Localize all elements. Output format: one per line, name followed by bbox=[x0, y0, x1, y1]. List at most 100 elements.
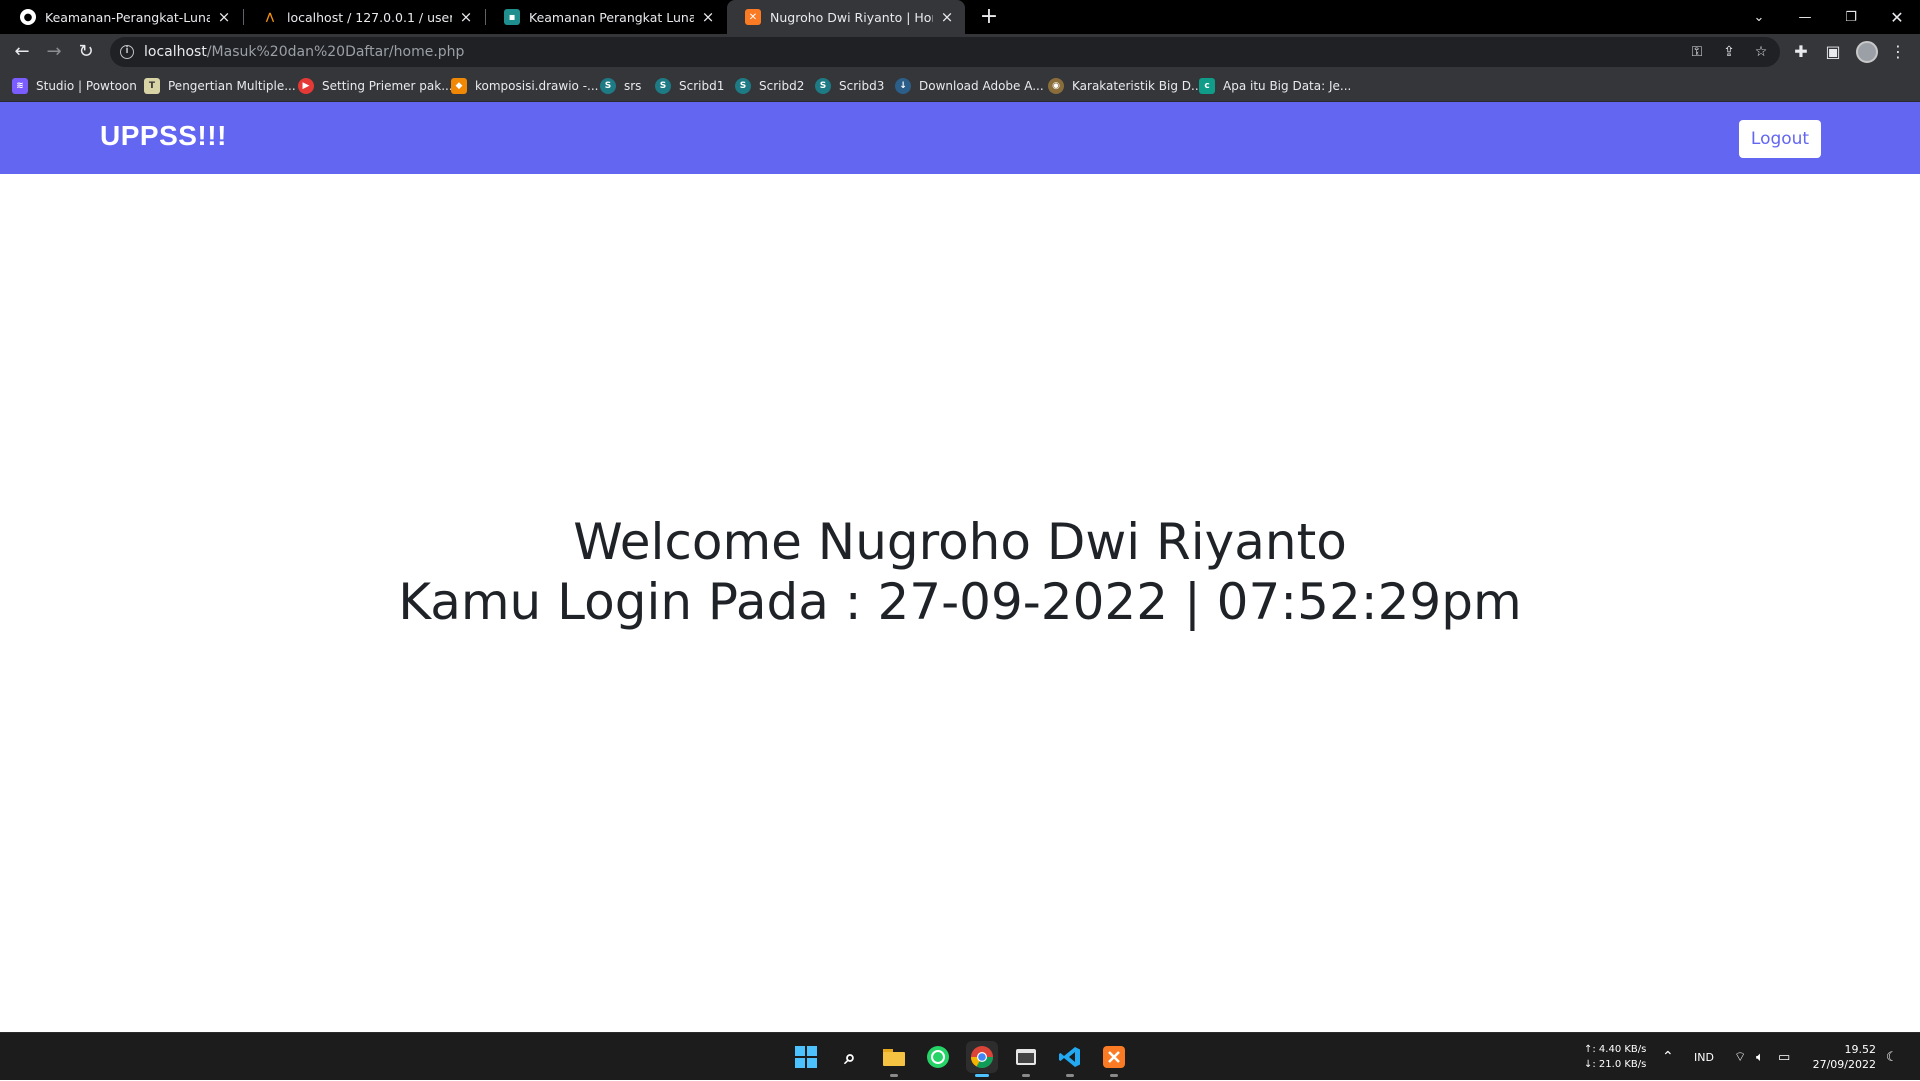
extensions-icon[interactable]: ✚ bbox=[1787, 38, 1815, 66]
tab-home[interactable]: ✕ Nugroho Dwi Riyanto | Home × bbox=[727, 0, 965, 34]
bookmark-label: Studio | Powtoon bbox=[36, 79, 137, 93]
menu-icon[interactable]: ⋮ bbox=[1884, 38, 1912, 66]
page-icon: T bbox=[144, 78, 160, 94]
profile-avatar[interactable] bbox=[1856, 41, 1878, 63]
classroom-icon: ▪ bbox=[504, 9, 520, 25]
xampp-icon: ✕ bbox=[745, 9, 761, 25]
bookmark-label: komposisi.drawio -... bbox=[475, 79, 599, 93]
whatsapp-icon[interactable] bbox=[922, 1041, 954, 1073]
file-explorer-icon[interactable] bbox=[878, 1041, 910, 1077]
site-icon: c bbox=[1199, 78, 1215, 94]
share-icon[interactable]: ⇪ bbox=[1720, 43, 1738, 61]
tab-phpmyadmin[interactable]: ⋀ localhost / 127.0.0.1 / usertable | × bbox=[244, 0, 484, 34]
tab-title: localhost / 127.0.0.1 / usertable | bbox=[287, 9, 452, 25]
search-icon[interactable]: ⌕ bbox=[834, 1041, 866, 1073]
tray-chevron-icon[interactable]: ⌃ bbox=[1662, 1033, 1674, 1081]
scribd-icon: S bbox=[735, 78, 751, 94]
running-indicator bbox=[1066, 1074, 1074, 1077]
language-indicator[interactable]: IND bbox=[1694, 1033, 1714, 1081]
bookmark-label: Karakateristik Big D... bbox=[1072, 79, 1203, 93]
bookmark-item[interactable]: S Scribd3 bbox=[815, 77, 884, 95]
welcome-heading: Welcome Nugroho Dwi Riyanto bbox=[573, 513, 1347, 571]
volume-icon[interactable]: 🔈︎ bbox=[1756, 1033, 1764, 1081]
bookmark-star-icon[interactable]: ☆ bbox=[1752, 43, 1770, 61]
address-bar[interactable]: i localhost/Masuk%20dan%20Daftar/home.ph… bbox=[110, 37, 1780, 67]
upload-speed: ↑: 4.40 KB/s bbox=[1584, 1044, 1647, 1055]
bookmark-item[interactable]: T Pengertian Multiple... bbox=[144, 77, 296, 95]
scribd-icon: S bbox=[655, 78, 671, 94]
battery-icon[interactable]: ▭ bbox=[1778, 1033, 1790, 1081]
clock-date: 27/09/2022 bbox=[1812, 1058, 1876, 1071]
download-site-icon: ↓ bbox=[895, 78, 911, 94]
running-indicator bbox=[1022, 1074, 1030, 1077]
vscode-icon[interactable] bbox=[1054, 1041, 1086, 1077]
bookmark-item[interactable]: ◆ komposisi.drawio -... bbox=[451, 77, 598, 95]
logout-button[interactable]: Logout bbox=[1739, 120, 1821, 158]
welcome-message: Welcome Nugroho Dwi Riyanto Kamu Login P… bbox=[0, 512, 1920, 632]
active-indicator bbox=[975, 1074, 989, 1077]
bookmark-label: Download Adobe A... bbox=[919, 79, 1044, 93]
bookmark-item[interactable]: Ssrs bbox=[600, 77, 641, 95]
close-icon[interactable]: × bbox=[458, 8, 474, 26]
brand-logo-text[interactable]: UPPSS!!! bbox=[100, 120, 227, 152]
github-icon: ● bbox=[20, 9, 36, 25]
eye-logo-icon: ◉ bbox=[1048, 78, 1064, 94]
login-time-text: Kamu Login Pada : 27-09-2022 | 07:52:29p… bbox=[398, 573, 1522, 631]
running-indicator bbox=[890, 1074, 898, 1077]
drawio-icon: ◆ bbox=[451, 78, 467, 94]
phpmyadmin-icon: ⋀ bbox=[265, 11, 275, 23]
notification-moon-icon[interactable]: ☾ bbox=[1886, 1033, 1898, 1081]
windows-taskbar: ⌕ ↑: 4.40 KB/s ↓: 21.0 KB/s ⌃ IND ⌔ 🔈︎ ▭… bbox=[0, 1032, 1920, 1080]
tab-strip: ● Keamanan-Perangkat-Lunak/Tug × ⋀ local… bbox=[0, 0, 1920, 34]
bookmark-item[interactable]: ▶ Setting Priemer pak... bbox=[298, 77, 453, 95]
clock-time: 19.52 bbox=[1844, 1043, 1877, 1056]
running-indicator bbox=[1110, 1074, 1118, 1077]
windows-start-icon[interactable] bbox=[790, 1041, 822, 1073]
bookmark-item[interactable]: S Scribd2 bbox=[735, 77, 804, 95]
url-host: localhost bbox=[144, 44, 207, 60]
tab-github[interactable]: ● Keamanan-Perangkat-Lunak/Tug × bbox=[2, 0, 242, 34]
network-speed: ↑: 4.40 KB/s ↓: 21.0 KB/s bbox=[1584, 1042, 1646, 1072]
info-icon[interactable]: i bbox=[120, 45, 134, 59]
minimize-button[interactable]: — bbox=[1782, 0, 1828, 34]
wifi-icon[interactable]: ⌔ bbox=[1734, 1033, 1746, 1081]
tab-search-chevron-icon[interactable]: ⌄ bbox=[1736, 0, 1782, 34]
site-navbar: UPPSS!!! Logout bbox=[0, 102, 1920, 174]
back-button[interactable]: ← bbox=[8, 38, 36, 66]
key-icon[interactable]: ⚿ bbox=[1688, 43, 1706, 61]
bookmark-item[interactable]: ≋ Studio | Powtoon bbox=[12, 77, 137, 95]
bookmark-label: Apa itu Big Data: Je... bbox=[1223, 79, 1352, 93]
xampp-icon[interactable] bbox=[1098, 1041, 1130, 1077]
tab-title: Keamanan Perangkat Lunak 2020 bbox=[529, 9, 694, 25]
web-page: UPPSS!!! Logout Welcome Nugroho Dwi Riya… bbox=[0, 102, 1920, 1032]
url-path: /Masuk%20dan%20Daftar/home.php bbox=[206, 44, 465, 60]
close-icon[interactable]: × bbox=[700, 8, 716, 26]
restore-button[interactable]: ❐ bbox=[1828, 0, 1874, 34]
bookmark-label: Scribd2 bbox=[759, 79, 805, 93]
download-speed: ↓: 21.0 KB/s bbox=[1584, 1059, 1647, 1070]
youtube-icon: ▶ bbox=[298, 78, 314, 94]
reload-button[interactable]: ↻ bbox=[72, 38, 100, 66]
bookmark-label: srs bbox=[624, 79, 642, 93]
bookmark-item[interactable]: ◉ Karakateristik Big D... bbox=[1048, 77, 1202, 95]
browser-toolbar: ← → ↻ i localhost/Masuk%20dan%20Daftar/h… bbox=[0, 34, 1920, 70]
bookmark-label: Scribd1 bbox=[679, 79, 725, 93]
bookmark-label: Setting Priemer pak... bbox=[322, 79, 453, 93]
bookmark-item[interactable]: c Apa itu Big Data: Je... bbox=[1199, 77, 1351, 95]
forward-button[interactable]: → bbox=[40, 38, 68, 66]
bookmark-item[interactable]: S Scribd1 bbox=[655, 77, 724, 95]
chrome-icon[interactable] bbox=[966, 1041, 998, 1077]
system-clock[interactable]: 19.52 27/09/2022 bbox=[1808, 1042, 1876, 1072]
new-tab-button[interactable]: + bbox=[975, 3, 1003, 31]
close-icon[interactable]: × bbox=[939, 8, 955, 26]
close-window-button[interactable]: ✕ bbox=[1874, 0, 1920, 34]
tab-title: Keamanan-Perangkat-Lunak/Tug bbox=[45, 9, 210, 25]
close-icon[interactable]: × bbox=[216, 8, 232, 26]
media-player-icon[interactable] bbox=[1010, 1041, 1042, 1077]
bookmark-label: Pengertian Multiple... bbox=[168, 79, 296, 93]
tab-classroom[interactable]: ▪ Keamanan Perangkat Lunak 2020 × bbox=[486, 0, 726, 34]
powtoon-icon: ≋ bbox=[12, 78, 28, 94]
side-panel-icon[interactable]: ▣ bbox=[1819, 38, 1847, 66]
tab-title: Nugroho Dwi Riyanto | Home bbox=[770, 9, 933, 25]
bookmark-item[interactable]: ↓ Download Adobe A... bbox=[895, 77, 1044, 95]
